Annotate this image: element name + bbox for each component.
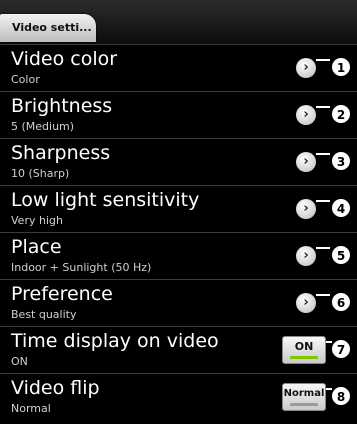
setting-low-light-sensitivity[interactable]: Low light sensitivity Very high › 4 <box>0 186 357 233</box>
callout-badge: 6 <box>331 292 351 312</box>
setting-summary: Very high <box>11 214 63 227</box>
toggle-label: ON <box>294 340 314 353</box>
settings-list: Video color Color › 1 Brightness 5 (Medi… <box>0 45 357 421</box>
setting-title: Sharpness <box>11 142 111 164</box>
setting-video-flip[interactable]: Video flip Normal Normal 8 <box>0 374 357 421</box>
title-bar: Video setti... <box>0 0 357 45</box>
chevron-right-icon[interactable]: › <box>296 246 316 266</box>
chevron-right-icon[interactable]: › <box>296 58 316 78</box>
setting-summary: ON <box>11 355 28 368</box>
setting-summary: Best quality <box>11 308 77 321</box>
callout-line <box>316 200 330 202</box>
callout-badge: 4 <box>331 198 351 218</box>
setting-title: Place <box>11 236 62 258</box>
chevron-right-icon[interactable]: › <box>296 293 316 313</box>
callout-line <box>326 388 332 390</box>
chevron-right-icon[interactable]: › <box>296 105 316 125</box>
setting-summary: 10 (Sharp) <box>11 167 70 180</box>
callout-line <box>316 247 330 249</box>
setting-summary: Indoor + Sunlight (50 Hz) <box>11 261 152 274</box>
callout-badge: 5 <box>331 245 351 265</box>
setting-brightness[interactable]: Brightness 5 (Medium) › 2 <box>0 92 357 139</box>
setting-place[interactable]: Place Indoor + Sunlight (50 Hz) › 5 <box>0 233 357 280</box>
toggle-indicator <box>290 403 318 406</box>
callout-line <box>326 341 332 343</box>
setting-title: Low light sensitivity <box>11 189 200 211</box>
toggle-label: Normal <box>283 388 325 399</box>
setting-time-display[interactable]: Time display on video ON ON 7 <box>0 327 357 374</box>
callout-badge: 2 <box>331 104 351 124</box>
back-button[interactable]: Video setti... <box>0 14 96 42</box>
setting-title: Video flip <box>11 377 100 399</box>
setting-summary: 5 (Medium) <box>11 120 75 133</box>
callout-badge: 7 <box>331 339 351 359</box>
setting-video-color[interactable]: Video color Color › 1 <box>0 45 357 92</box>
setting-title: Preference <box>11 283 113 305</box>
callout-line <box>316 294 330 296</box>
setting-title: Video color <box>11 48 118 70</box>
setting-title: Time display on video <box>11 330 219 352</box>
chevron-right-icon[interactable]: › <box>296 199 316 219</box>
setting-title: Brightness <box>11 95 113 117</box>
callout-line <box>316 153 330 155</box>
time-display-toggle[interactable]: ON <box>282 336 326 364</box>
toggle-indicator <box>290 356 318 359</box>
setting-summary: Normal <box>11 402 51 415</box>
setting-preference[interactable]: Preference Best quality › 6 <box>0 280 357 327</box>
callout-badge: 3 <box>331 151 351 171</box>
callout-line <box>316 106 330 108</box>
setting-sharpness[interactable]: Sharpness 10 (Sharp) › 3 <box>0 139 357 186</box>
callout-line <box>316 59 330 61</box>
setting-summary: Color <box>11 73 40 86</box>
video-flip-toggle[interactable]: Normal <box>282 383 326 411</box>
callout-badge: 1 <box>331 57 351 77</box>
callout-badge: 8 <box>331 386 351 406</box>
chevron-right-icon[interactable]: › <box>296 152 316 172</box>
